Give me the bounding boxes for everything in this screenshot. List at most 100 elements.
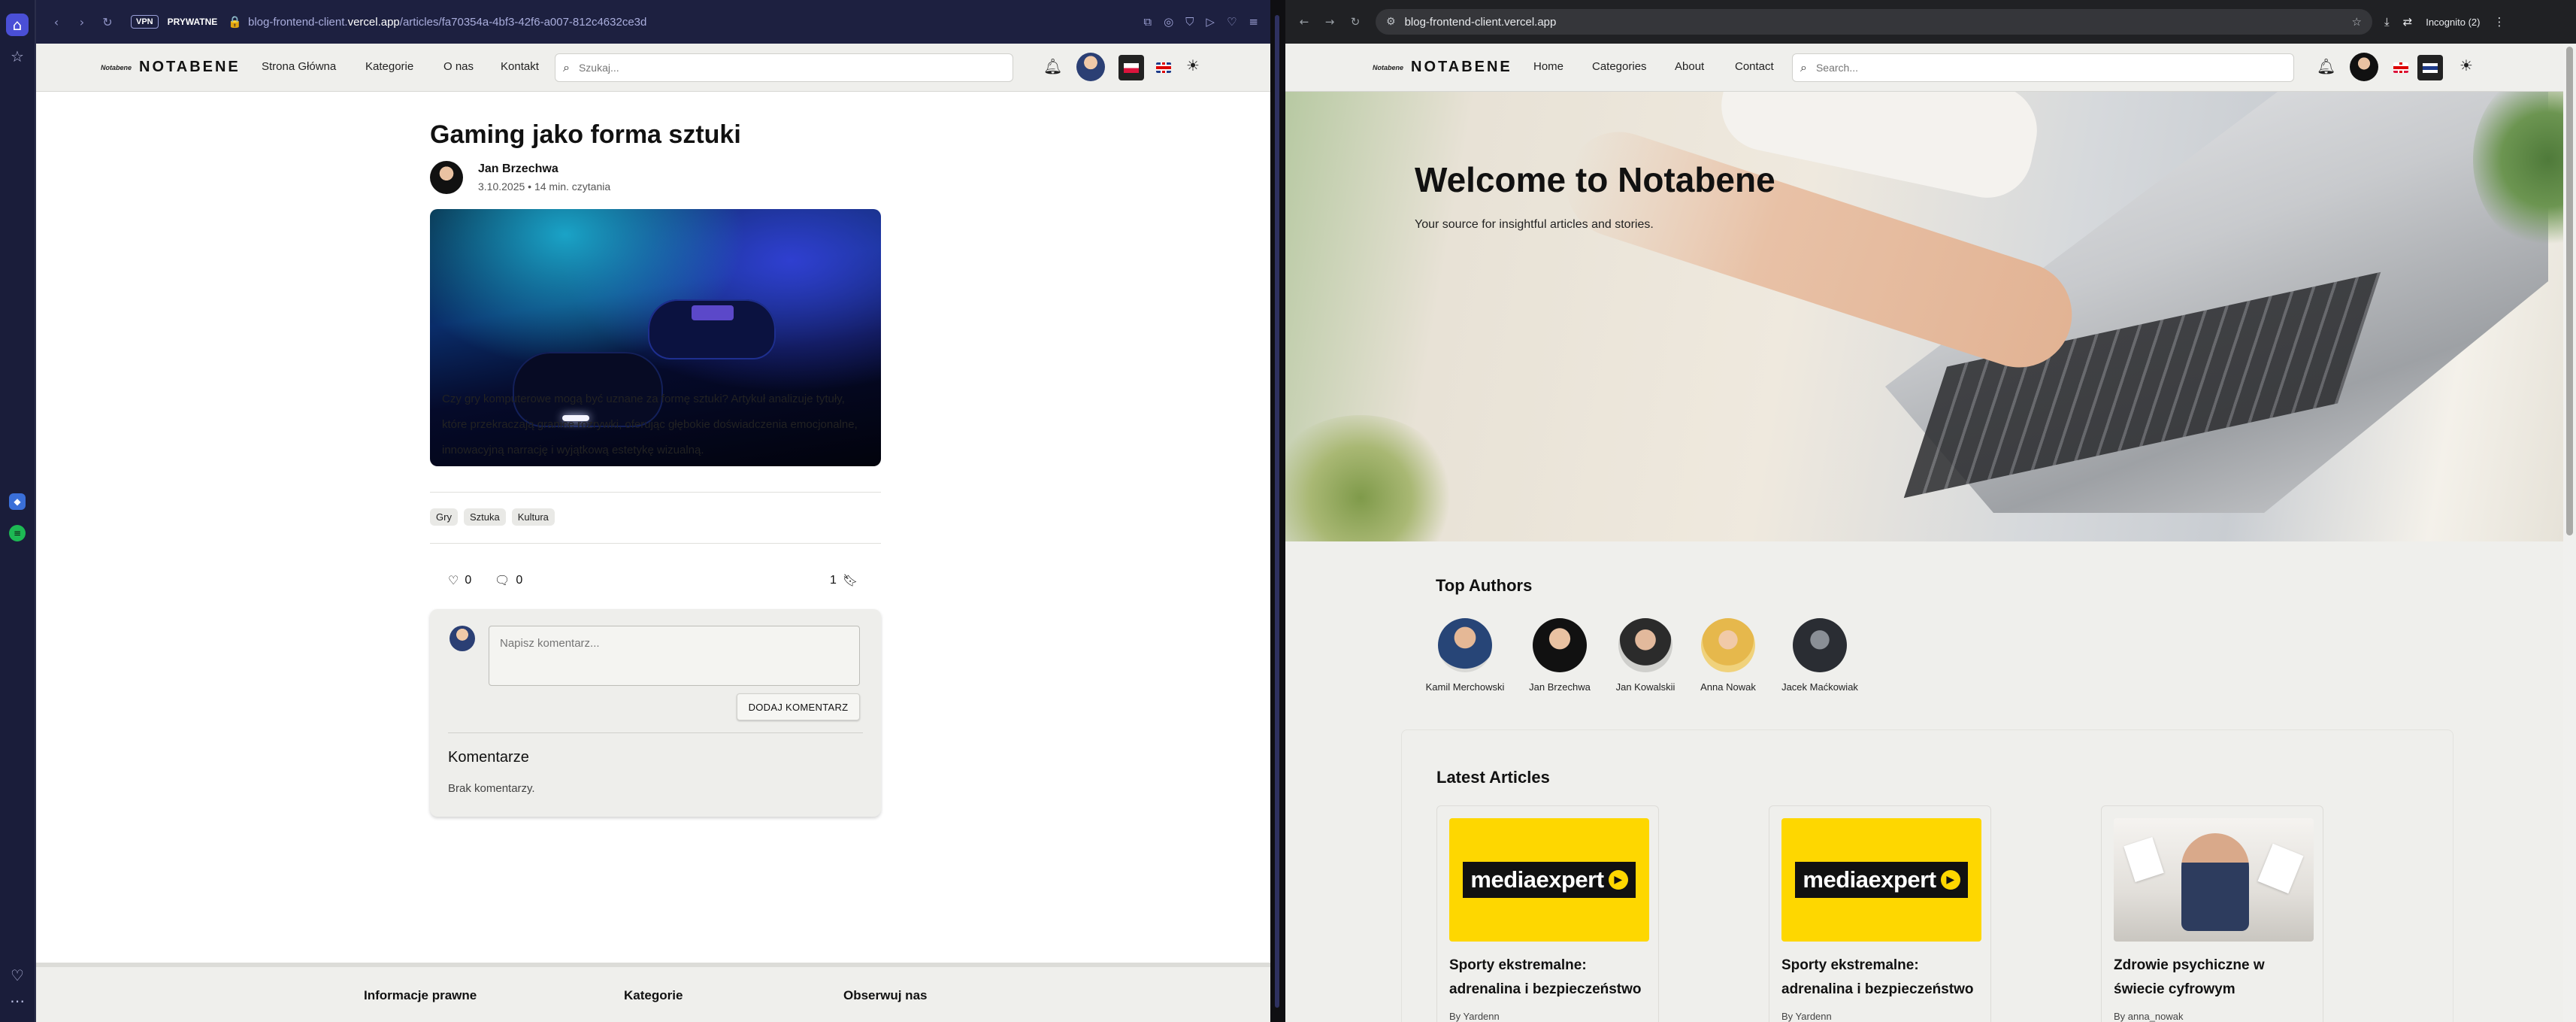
nav-home[interactable]: Home — [1533, 60, 1563, 73]
flag-gb-icon — [2423, 62, 2438, 73]
app-icon-2[interactable]: ≡ — [9, 525, 26, 541]
theme-sun-icon[interactable]: ☀ — [2459, 56, 2473, 74]
nav-contact[interactable]: Contact — [1735, 60, 1774, 73]
tag[interactable]: Kultura — [511, 508, 555, 526]
nav-categories[interactable]: Categories — [1592, 60, 1647, 73]
author-name[interactable]: Jan Brzechwa — [478, 162, 558, 176]
app-icon-1[interactable]: ◆ — [9, 493, 26, 510]
bookmark-star-icon[interactable]: ☆ — [2352, 15, 2362, 29]
more-icon[interactable]: ⋯ — [6, 990, 29, 1012]
search-field[interactable]: ⌕ — [1792, 53, 2294, 82]
nav-categories[interactable]: Kategorie — [365, 60, 413, 73]
article-card[interactable]: Zdrowie psychiczne w świecie cyfrowym By … — [2101, 805, 2323, 1022]
article-card-title: Sporty ekstremalne: adrenalina i bezpiecz… — [1449, 957, 1642, 997]
right-browser-toolbar: ← → ↻ ⚙ blog-frontend-client.vercel.app … — [1285, 0, 2576, 44]
flag-pl-icon — [1124, 62, 1139, 73]
article-card[interactable]: mediaexpert ▶ Sporty ekstremalne: adrenali… — [1436, 805, 1659, 1022]
download-icon[interactable]: ⤓ — [2384, 15, 2390, 29]
vpn-badge[interactable]: VPN — [131, 15, 159, 29]
like-button[interactable]: ♡ 0 — [448, 573, 471, 587]
url-prefix: blog-frontend-client. — [247, 16, 348, 29]
play-icon: ▶ — [1608, 870, 1628, 890]
nav-about[interactable]: About — [1675, 60, 1704, 73]
back-icon[interactable]: ‹ — [44, 15, 69, 29]
site-info-icon[interactable]: ⚙ — [1386, 16, 1396, 28]
polish-flag-button[interactable] — [1118, 55, 1144, 80]
url-domain: vercel.app — [347, 16, 400, 29]
camera-icon[interactable]: ◎ — [1164, 15, 1173, 29]
menu-icon[interactable]: ⋮ — [2493, 15, 2505, 29]
user-avatar — [450, 626, 475, 651]
heart-icon[interactable]: ♡ — [1227, 15, 1237, 29]
site-logo[interactable]: Notabene NOTABENE — [101, 59, 241, 76]
body-line: które przekraczają granice rozrywki, ofe… — [442, 418, 858, 431]
menu-icon[interactable]: ≡ — [1249, 15, 1258, 29]
share-icon[interactable]: ⧉ — [1143, 15, 1152, 29]
search-field[interactable]: ⌕ — [555, 53, 1013, 82]
uk-flag-button[interactable] — [2417, 55, 2443, 80]
star-icon[interactable]: ☆ — [6, 45, 29, 68]
like-count: 0 — [465, 573, 472, 587]
author-avatar — [1438, 618, 1492, 672]
reload-icon[interactable]: ↻ — [1342, 15, 1368, 29]
heart-icon[interactable]: ♡ — [6, 964, 29, 987]
search-input[interactable] — [1815, 62, 2211, 74]
address-bar[interactable]: ⚙ blog-frontend-client.vercel.app ☆ — [1376, 9, 2372, 35]
home-icon[interactable]: ⌂ — [6, 14, 29, 36]
notification-bell-icon[interactable]: 🔔︎ — [1043, 57, 1062, 75]
add-comment-button[interactable]: DODAJ KOMENTARZ — [737, 693, 860, 720]
article-card[interactable]: mediaexpert ▶ Sporty ekstremalne: adrenali… — [1769, 805, 1991, 1022]
back-icon[interactable]: ← — [1291, 15, 1317, 29]
play-icon: ▶ — [1940, 870, 1960, 890]
article-page: Notabene NOTABENE Strona Główna Kategori… — [36, 44, 1270, 1022]
article-meta: 3.10.2025 • 14 min. czytania — [478, 180, 611, 193]
comment-input[interactable] — [489, 626, 860, 686]
tag-list: Gry Sztuka Kultura — [430, 508, 555, 526]
page-scrollbar[interactable] — [2563, 44, 2576, 1022]
screen: ⌂ ☆ ◆ ≡ ♡ ⋯ ‹ › ↻ VPN PRYWATNE 🔒 blog-fro… — [0, 0, 2576, 1022]
scrollbar-thumb[interactable] — [2566, 47, 2573, 535]
incognito-indicator[interactable]: Incognito (2) — [2426, 17, 2480, 28]
comments-button[interactable]: 🗨︎ 0 — [495, 573, 522, 587]
logo-word: NOTABENE — [139, 59, 241, 75]
logo-mark: Notabene — [1373, 63, 1404, 71]
author-card[interactable]: Kamil Merchowski — [1416, 618, 1514, 693]
forward-icon[interactable]: → — [1317, 15, 1342, 29]
author-card[interactable]: Anna Nowak — [1679, 618, 1777, 693]
author-card[interactable]: Jan Brzechwa — [1511, 618, 1609, 693]
theme-sun-icon[interactable]: ☀ — [1186, 56, 1200, 74]
site-footer: Informacje prawne Kategorie Obserwuj nas — [36, 963, 1270, 1022]
article-card-author: By Yardenn — [1781, 1011, 1832, 1022]
tag[interactable]: Sztuka — [463, 508, 506, 526]
nav-home[interactable]: Strona Główna — [262, 60, 336, 73]
split-handle[interactable] — [1275, 15, 1279, 1008]
uk-flag-button[interactable] — [1156, 62, 1171, 73]
shield-icon[interactable]: ⛉ — [1185, 15, 1194, 29]
logo-mark: Notabene — [101, 63, 132, 71]
user-avatar[interactable] — [1076, 53, 1105, 81]
divider — [430, 543, 881, 544]
search-input[interactable] — [578, 62, 939, 74]
site-header: Notabene NOTABENE Home Categories About … — [1285, 44, 2563, 92]
author-name: Jacek Maćkowiak — [1781, 681, 1858, 693]
site-logo[interactable]: Notabene NOTABENE — [1373, 59, 1512, 76]
article-actions: ♡ 0 🗨︎ 0 1 🔖︎ — [430, 573, 881, 596]
author-avatar — [1533, 618, 1587, 672]
notification-bell-icon[interactable]: 🔔︎ — [2317, 57, 2335, 75]
browser-actions: ⤓ ⇄ Incognito (2) ⋮ — [2384, 15, 2505, 29]
reload-icon[interactable]: ↻ — [95, 15, 120, 29]
translate-icon[interactable]: ⇄ — [2403, 15, 2413, 29]
polish-flag-button[interactable] — [2393, 62, 2408, 73]
nav-about[interactable]: O nas — [443, 60, 474, 73]
author-avatar[interactable] — [430, 161, 463, 194]
home-page: Notabene NOTABENE Home Categories About … — [1285, 44, 2563, 1022]
play-icon[interactable]: ▷ — [1206, 15, 1215, 29]
forward-icon[interactable]: › — [69, 15, 95, 29]
bookmark-button[interactable]: 1 🔖︎ — [830, 573, 858, 587]
author-card[interactable]: Jacek Maćkowiak — [1771, 618, 1869, 693]
tag[interactable]: Gry — [430, 508, 458, 526]
window-divider — [1270, 0, 1285, 1022]
user-avatar[interactable] — [2350, 53, 2378, 81]
address-bar[interactable]: 🔒 blog-frontend-client.vercel.app/article… — [228, 15, 646, 29]
nav-contact[interactable]: Kontakt — [501, 60, 539, 73]
